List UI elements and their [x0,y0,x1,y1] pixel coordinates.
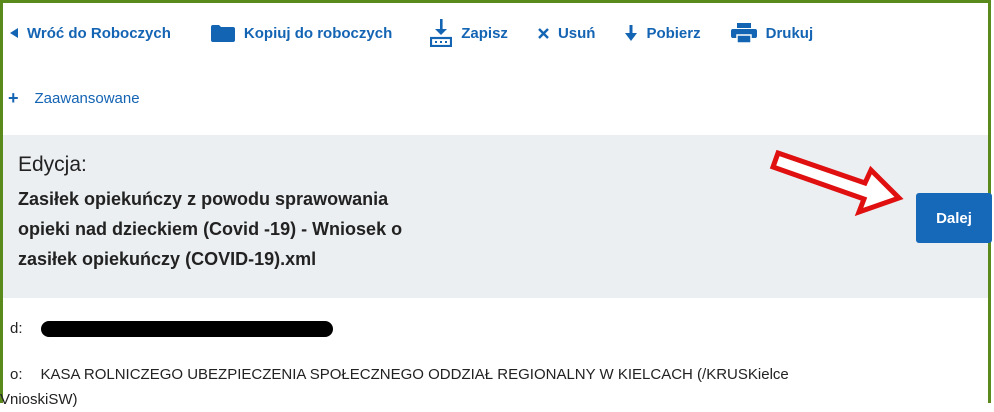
redacted-sender-value [40,320,333,337]
recipient-line-2: VnioskiSW) [0,391,78,408]
edit-file-name: Zasiłek opiekuńczy z powodu sprawowania … [18,184,468,274]
recipient-field: o: KASA ROLNICZEGO UBEZPIECZENIA SPOŁECZN… [0,362,980,412]
plus-icon: + [8,88,19,108]
download-button[interactable]: Pobierz [625,24,701,42]
annotation-arrow-icon [769,149,904,217]
edit-heading: Edycja: [18,153,87,176]
print-label: Drukuj [765,24,814,42]
redaction-bar [40,320,333,337]
save-download-tray-icon [430,19,453,47]
print-button[interactable]: Drukuj [730,23,814,43]
edit-file-line-1: Zasiłek opiekuńczy z powodu sprawowania [18,189,389,209]
advanced-label: Zaawansowane [34,89,140,107]
delete-button[interactable]: Usuń [538,24,596,42]
folder-icon [210,24,235,42]
download-label: Pobierz [646,24,701,42]
delete-label: Usuń [557,24,596,42]
recipient-label: o: [10,366,23,383]
save-button[interactable]: Zapisz [430,19,508,47]
sender-field: d: [10,320,333,337]
toolbar: Wróć do Roboczych Kopiuj do roboczych Za… [10,18,813,48]
close-x-icon [538,27,549,39]
copy-to-drafts-label: Kopiuj do roboczych [243,24,393,42]
arrow-down-icon [625,25,638,41]
recipient-line-1: o: KASA ROLNICZEGO UBEZPIECZENIA SPOŁECZN… [10,362,980,387]
copy-to-drafts-button[interactable]: Kopiuj do roboczych [210,24,393,42]
back-to-drafts-button[interactable]: Wróć do Roboczych [10,25,171,42]
save-label: Zapisz [461,24,508,42]
recipient-value: KASA ROLNICZEGO UBEZPIECZENIA SPOŁECZNEG… [40,366,789,383]
sender-label: d: [10,320,23,337]
edit-file-line-3: zasiłek opiekuńczy (COVID-19).xml [18,249,317,269]
back-to-drafts-label: Wróć do Roboczych [27,24,171,42]
next-button[interactable]: Dalej [916,193,992,243]
back-triangle-icon [10,28,18,38]
printer-icon [730,23,757,43]
edit-file-line-2: opieki nad dzieckiem (Covid -19) - Wnios… [18,219,403,239]
advanced-toggle[interactable]: + Zaawansowane [8,89,140,107]
